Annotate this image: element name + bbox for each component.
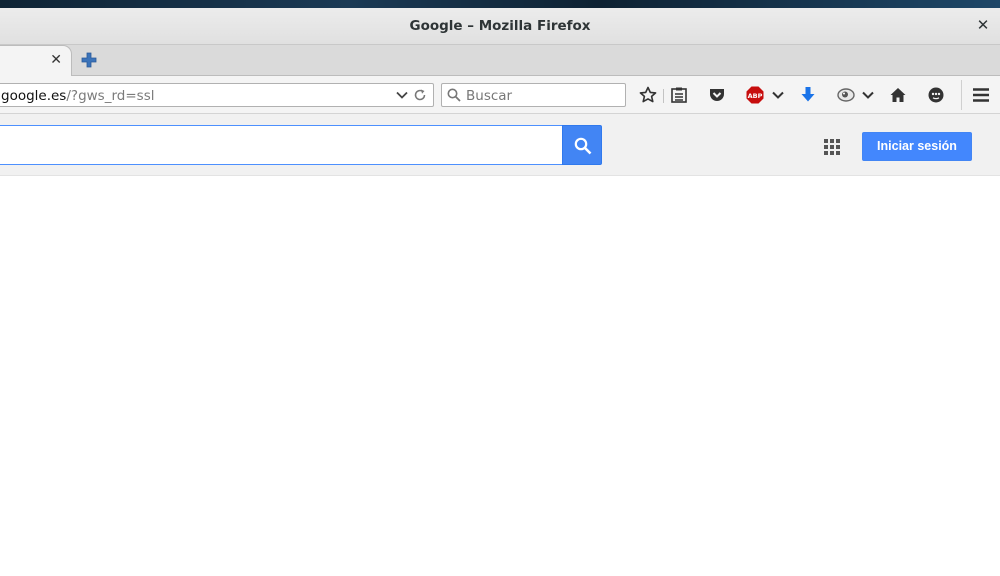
url-path: /?gws_rd=ssl — [66, 88, 155, 104]
window-title: Google – Mozilla Firefox — [409, 18, 591, 34]
new-tab-plus-icon[interactable] — [80, 51, 98, 69]
search-icon — [447, 88, 461, 102]
search-icon — [574, 137, 592, 155]
window-close-button[interactable]: ✕ — [975, 16, 991, 34]
chevron-down-icon[interactable] — [858, 85, 878, 105]
privacy-icon[interactable] — [836, 85, 856, 105]
bookmark-star-icon[interactable] — [638, 85, 658, 105]
reload-icon[interactable] — [412, 87, 428, 103]
pocket-icon[interactable] — [707, 85, 727, 105]
google-search-button[interactable] — [562, 125, 602, 165]
tab-google[interactable]: ✕ — [0, 45, 72, 76]
navigation-toolbar: google.es/?gws_rd=ssl Buscar ABP — [0, 76, 1000, 114]
url-host: google.es — [1, 88, 67, 104]
google-header: Iniciar sesión — [0, 114, 1000, 176]
window-titlebar[interactable]: Google – Mozilla Firefox ✕ — [0, 8, 1000, 45]
page-content — [0, 176, 1000, 576]
signin-button[interactable]: Iniciar sesión — [862, 132, 972, 161]
url-text[interactable]: google.es/?gws_rd=ssl — [1, 88, 154, 104]
hamburger-menu-icon[interactable] — [971, 85, 991, 105]
svg-text:ABP: ABP — [748, 92, 763, 100]
chevron-down-icon[interactable] — [768, 85, 788, 105]
tab-strip: ✕ — [0, 45, 1000, 76]
toolbar-separator — [663, 89, 664, 103]
search-placeholder: Buscar — [466, 88, 513, 104]
desktop-background — [0, 0, 1000, 8]
download-icon[interactable] — [798, 85, 818, 105]
chevron-down-icon[interactable] — [395, 88, 409, 102]
search-bar[interactable]: Buscar — [441, 83, 626, 107]
google-search-input[interactable] — [0, 126, 562, 164]
reading-list-icon[interactable] — [669, 85, 689, 105]
home-icon[interactable] — [888, 85, 908, 105]
url-bar[interactable]: google.es/?gws_rd=ssl — [0, 83, 434, 107]
google-search-box[interactable] — [0, 125, 563, 165]
tab-close-icon[interactable]: ✕ — [50, 52, 62, 68]
google-apps-grid-icon[interactable] — [824, 139, 840, 155]
chat-icon[interactable] — [926, 85, 946, 105]
adblock-plus-icon[interactable]: ABP — [745, 85, 765, 105]
toolbar-separator — [961, 80, 962, 110]
